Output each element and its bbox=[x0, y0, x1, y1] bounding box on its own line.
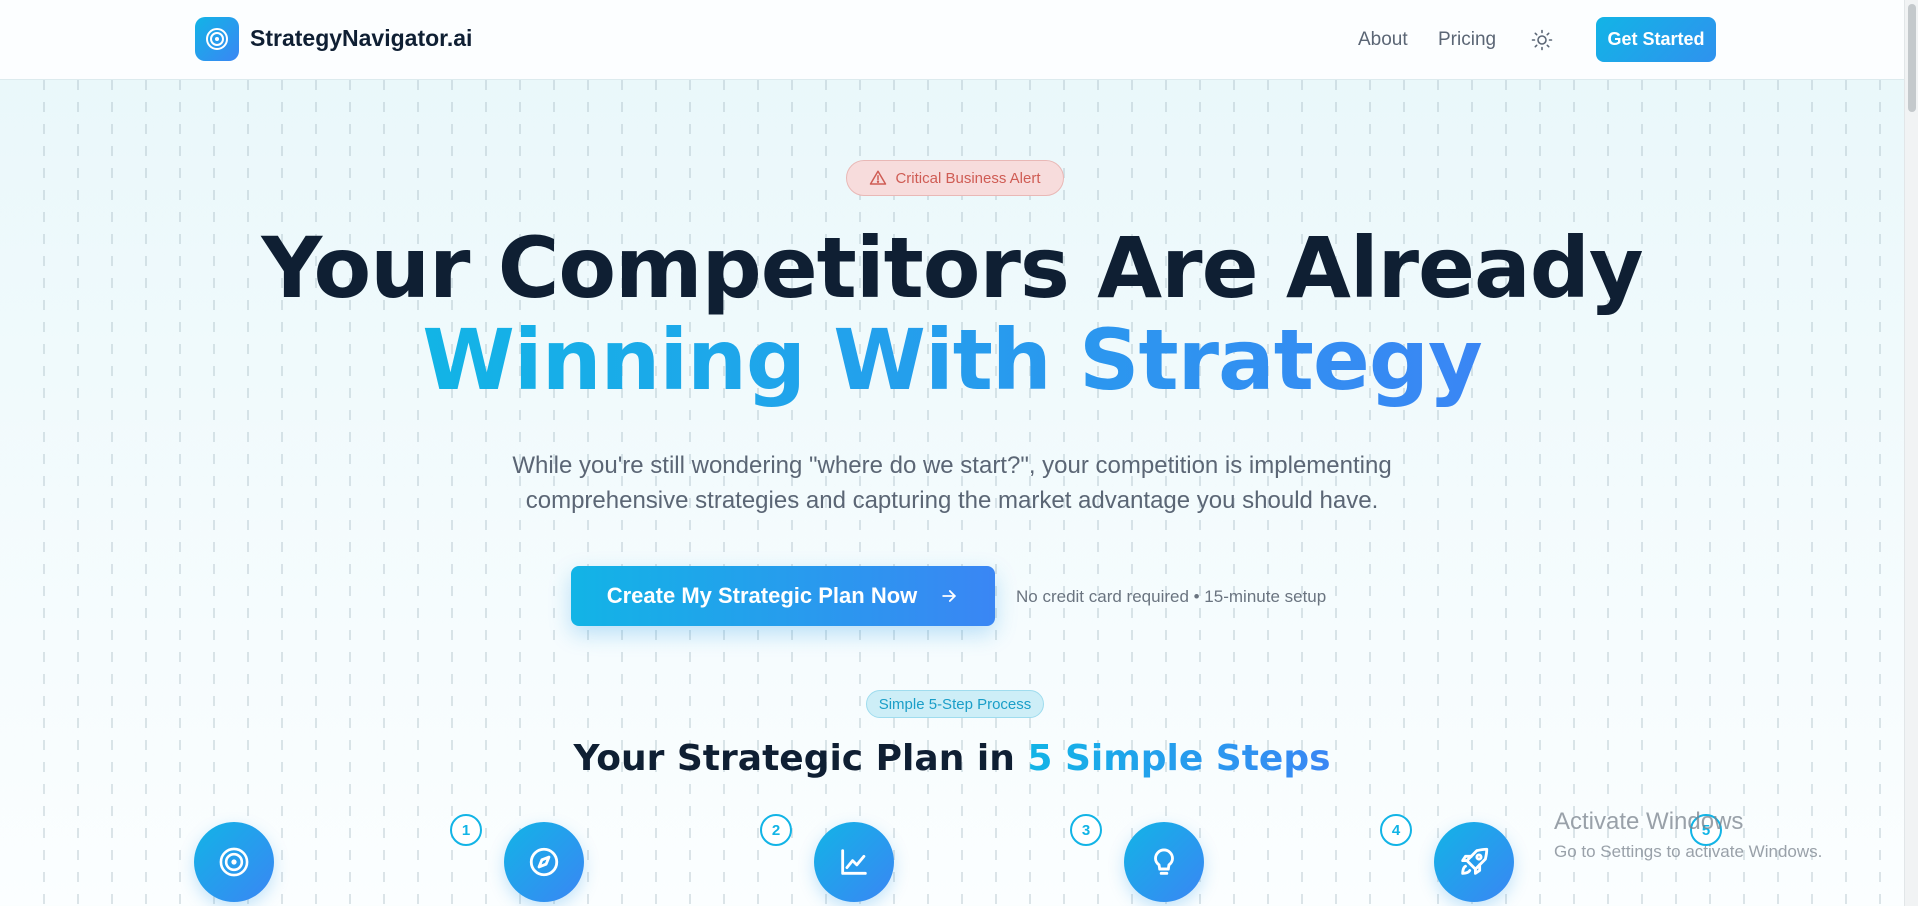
steps-section-title: Your Strategic Plan in 5 Simple Steps bbox=[0, 738, 1904, 779]
step-number-1: 1 bbox=[450, 814, 482, 846]
step-icon-3[interactable] bbox=[814, 822, 894, 902]
nav-link-pricing[interactable]: Pricing bbox=[1438, 29, 1496, 51]
warning-triangle-icon bbox=[870, 170, 887, 185]
target-icon bbox=[219, 847, 249, 877]
sun-icon bbox=[1531, 29, 1553, 51]
hero-subtext: While you're still wondering "where do w… bbox=[452, 448, 1452, 518]
step-number-4: 4 bbox=[1380, 814, 1412, 846]
steps-title-highlight: 5 Simple Steps bbox=[1027, 738, 1331, 779]
step-icon-1[interactable] bbox=[194, 822, 274, 902]
brand-name[interactable]: StrategyNavigator.ai bbox=[250, 25, 472, 52]
nav-link-about[interactable]: About bbox=[1358, 29, 1408, 51]
lightbulb-icon bbox=[1154, 848, 1174, 875]
critical-alert-badge: Critical Business Alert bbox=[846, 160, 1064, 196]
top-navbar: StrategyNavigator.ai About Pricing Get S… bbox=[0, 0, 1904, 80]
steps-title-prefix: Your Strategic Plan in bbox=[573, 738, 1028, 779]
scrollbar-thumb[interactable] bbox=[1908, 4, 1916, 112]
theme-toggle-button[interactable] bbox=[1530, 28, 1554, 52]
cta-note: No credit card required • 15-minute setu… bbox=[1016, 587, 1327, 606]
arrow-right-icon bbox=[942, 590, 957, 602]
hero-headline-line1: Your Competitors Are Already bbox=[261, 219, 1643, 317]
hero-subtext-line2: comprehensive strategies and capturing t… bbox=[525, 487, 1379, 514]
page-scrollbar[interactable] bbox=[1904, 0, 1918, 906]
hero-headline-highlight: Winning With Strategy bbox=[422, 311, 1482, 409]
windows-activation-title: Activate Windows bbox=[1554, 808, 1744, 835]
windows-activation-subtitle: Go to Settings to activate Windows. bbox=[1554, 842, 1823, 861]
get-started-button[interactable]: Get Started bbox=[1596, 17, 1716, 62]
chart-line-icon bbox=[841, 849, 867, 875]
rocket-icon bbox=[1461, 847, 1489, 875]
hero-subtext-line1: While you're still wondering "where do w… bbox=[512, 452, 1392, 479]
step-icon-4[interactable] bbox=[1124, 822, 1204, 902]
step-icon-2[interactable] bbox=[504, 822, 584, 902]
compass-icon bbox=[529, 847, 559, 877]
create-plan-label: Create My Strategic Plan Now bbox=[606, 583, 918, 608]
step-icon-5[interactable] bbox=[1434, 822, 1514, 902]
step-number-2: 2 bbox=[760, 814, 792, 846]
hero-headline-line2: Winning With Strategy bbox=[0, 314, 1904, 406]
create-plan-button[interactable]: Create My Strategic Plan Now bbox=[571, 566, 995, 626]
step-number-3: 3 bbox=[1070, 814, 1102, 846]
process-badge: Simple 5-Step Process bbox=[866, 690, 1044, 718]
alert-label: Critical Business Alert bbox=[895, 169, 1041, 187]
target-icon bbox=[206, 28, 228, 50]
brand-logo[interactable] bbox=[195, 17, 239, 61]
